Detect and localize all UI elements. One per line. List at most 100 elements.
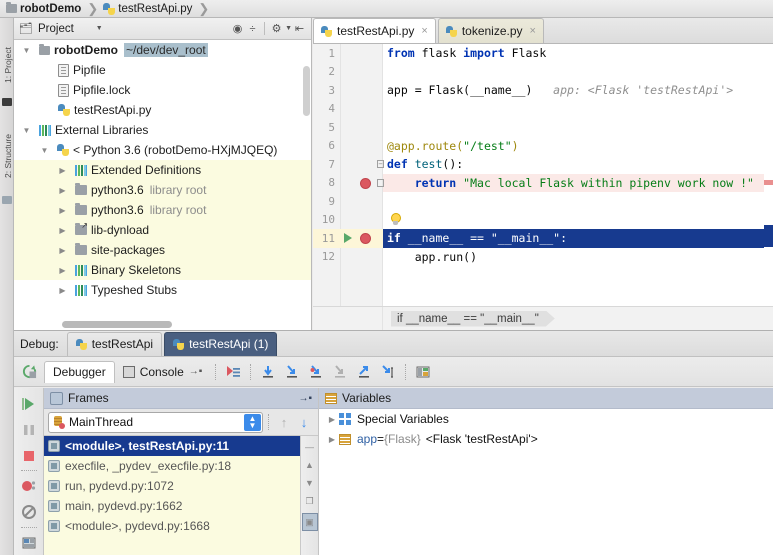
- tree-twisty[interactable]: ▶: [56, 166, 69, 175]
- tree-row[interactable]: ▶ lib-dynload: [14, 220, 311, 240]
- run-arrow-icon[interactable]: [344, 233, 352, 243]
- code-line[interactable]: 9: [313, 192, 773, 211]
- editor-tab-testrestapi[interactable]: testRestApi.py ×: [313, 18, 436, 43]
- collapse-all-icon[interactable]: ÷: [245, 21, 260, 36]
- code-line[interactable]: 3 app = Flask(__name__) app: <Flask 'tes…: [313, 81, 773, 100]
- frame-row[interactable]: main, pydevd.py:1662: [44, 496, 300, 516]
- tree-row[interactable]: ▶ Typeshed Stubs: [14, 280, 311, 300]
- step-into-icon[interactable]: [280, 364, 304, 380]
- frame-row[interactable]: run, pydevd.py:1072: [44, 476, 300, 496]
- settings-layout-icon[interactable]: [16, 530, 42, 555]
- tree-twisty[interactable]: ▶: [325, 435, 339, 444]
- resume-program-icon[interactable]: [16, 391, 42, 417]
- variable-row[interactable]: ▶ app = {Flask} <Flask 'testRestApi'>: [319, 429, 773, 449]
- tree-row[interactable]: ▼ External Libraries: [14, 120, 311, 140]
- rerun-button[interactable]: [14, 364, 44, 379]
- view-breakpoints-icon[interactable]: [16, 473, 42, 499]
- code-line[interactable]: 5: [313, 118, 773, 137]
- frame-row[interactable]: execfile, _pydev_execfile.py:18: [44, 456, 300, 476]
- close-icon[interactable]: ×: [530, 25, 536, 37]
- layout-settings-icon[interactable]: [411, 364, 435, 380]
- tree-row[interactable]: ▶ Extended Definitions: [14, 160, 311, 180]
- frame-row[interactable]: <module>, testRestApi.py:11: [44, 436, 300, 456]
- pin-icon[interactable]: →▪: [298, 393, 312, 404]
- move-up-icon[interactable]: ↑: [274, 415, 294, 430]
- export-icon[interactable]: ▣: [302, 513, 318, 531]
- code-line[interactable]: 7 − def test():: [313, 155, 773, 174]
- breakpoint-icon[interactable]: [360, 233, 371, 244]
- tree-twisty[interactable]: ▼: [20, 126, 33, 135]
- tree-twisty[interactable]: ▶: [56, 186, 69, 195]
- tree-twisty[interactable]: ▶: [56, 206, 69, 215]
- editor-breadcrumb-chip[interactable]: if __name__ == "__main__": [391, 311, 555, 327]
- breadcrumb-item-project[interactable]: robotDemo: [4, 0, 83, 18]
- tree-row[interactable]: ▶ python3.6 library root: [14, 180, 311, 200]
- tree-twisty[interactable]: ▶: [56, 286, 69, 295]
- tree-twisty[interactable]: ▼: [38, 146, 51, 155]
- breadcrumb-item-file[interactable]: testRestApi.py: [101, 0, 194, 18]
- code-fold-end-icon[interactable]: [377, 179, 384, 187]
- editor-tab-tokenize[interactable]: tokenize.py ×: [438, 18, 544, 43]
- evaluate-expression-icon[interactable]: [376, 364, 400, 380]
- pin-icon[interactable]: →▪: [189, 366, 203, 377]
- chevron-updown-icon[interactable]: ▲▼: [244, 414, 261, 431]
- settings-gear-icon[interactable]: ⚙: [269, 21, 284, 36]
- strip-label-structure[interactable]: 2: Structure: [3, 138, 13, 178]
- code-line-error[interactable]: 8 return "Mac local Flask within pipenv …: [313, 174, 773, 193]
- tab-console[interactable]: Console →▪: [115, 361, 211, 383]
- breakpoint-icon[interactable]: [360, 178, 371, 189]
- chevron-down-icon[interactable]: ▼: [285, 25, 292, 32]
- tree-row[interactable]: ▶ python3.6 library root: [14, 200, 311, 220]
- tree-row[interactable]: testRestApi.py: [14, 100, 311, 120]
- editor-scrollbar[interactable]: [764, 70, 773, 332]
- tab-debugger[interactable]: Debugger: [44, 361, 115, 383]
- tree-row[interactable]: ▼ robotDemo ~/dev/dev_root: [14, 40, 311, 60]
- variable-row[interactable]: ▶ Special Variables: [319, 409, 773, 429]
- scroll-up-icon[interactable]: ▲: [302, 456, 318, 474]
- force-step-into-icon[interactable]: [304, 364, 328, 380]
- code-line[interactable]: 4: [313, 100, 773, 119]
- step-over-icon[interactable]: [256, 364, 280, 380]
- code-line-selected[interactable]: 11 if __name__ == "__main__":: [313, 229, 773, 248]
- chevron-down-icon[interactable]: ▼: [96, 25, 103, 32]
- project-tree[interactable]: ▼ robotDemo ~/dev/dev_root Pipfile Pipfi…: [14, 40, 311, 309]
- tree-twisty[interactable]: ▶: [325, 415, 339, 424]
- pause-program-icon[interactable]: [16, 417, 42, 443]
- run-tab-testrestapi-1[interactable]: testRestApi (1): [164, 332, 277, 356]
- intention-bulb-icon[interactable]: [389, 213, 401, 227]
- code-line[interactable]: 6 @app.route("/test"): [313, 137, 773, 156]
- tree-row[interactable]: Pipfile.lock: [14, 80, 311, 100]
- code-area[interactable]: 1 from flask import Flask 2 3 app = Flas…: [313, 44, 773, 306]
- frames-list[interactable]: <module>, testRestApi.py:11 execfile, _p…: [44, 436, 300, 555]
- locate-icon[interactable]: ◉: [230, 21, 245, 36]
- tree-row[interactable]: ▶ Binary Skeletons: [14, 260, 311, 280]
- copy-icon[interactable]: ❐: [302, 492, 318, 510]
- thread-dropdown[interactable]: MainThread ▲▼: [48, 412, 263, 433]
- tree-twisty[interactable]: ▶: [56, 226, 69, 235]
- run-tab-testrestapi[interactable]: testRestApi: [67, 332, 162, 356]
- scroll-down-icon[interactable]: ▼: [302, 474, 318, 492]
- code-line[interactable]: 10: [313, 211, 773, 230]
- tree-twisty[interactable]: ▶: [56, 246, 69, 255]
- stop-program-icon[interactable]: [16, 443, 42, 469]
- code-line[interactable]: 2: [313, 63, 773, 82]
- hide-panel-icon[interactable]: ⇤: [292, 21, 307, 36]
- tree-row[interactable]: ▼ < Python 3.6 (robotDemo-HXjMJQEQ): [14, 140, 311, 160]
- tree-twisty[interactable]: ▼: [20, 46, 33, 55]
- variables-list[interactable]: ▶ Special Variables ▶ app = {Flask} <Fla…: [319, 409, 773, 555]
- close-icon[interactable]: ×: [421, 25, 427, 37]
- step-out-icon[interactable]: [328, 364, 352, 380]
- show-execution-point-icon[interactable]: [221, 364, 245, 380]
- project-horizontal-scrollbar[interactable]: [62, 321, 172, 328]
- tree-twisty[interactable]: ▶: [56, 266, 69, 275]
- strip-label-project[interactable]: 1: Project: [3, 45, 13, 85]
- minimize-icon[interactable]: —: [302, 438, 318, 456]
- mute-breakpoints-icon[interactable]: [16, 499, 42, 525]
- code-fold-icon[interactable]: −: [377, 160, 384, 168]
- tree-row[interactable]: Pipfile: [14, 60, 311, 80]
- frame-row[interactable]: <module>, pydevd.py:1668: [44, 516, 300, 536]
- project-vertical-scrollbar[interactable]: [303, 66, 310, 116]
- move-down-icon[interactable]: ↓: [294, 415, 314, 430]
- tree-row[interactable]: ▶ site-packages: [14, 240, 311, 260]
- code-line[interactable]: 1 from flask import Flask: [313, 44, 773, 63]
